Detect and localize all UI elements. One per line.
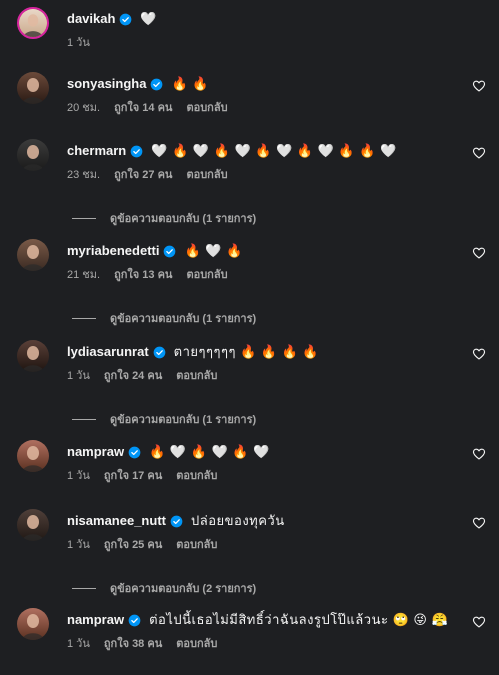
comment-time[interactable]: 1 วัน xyxy=(67,469,90,483)
comment-line: davikah 🤍 xyxy=(67,10,157,28)
avatar-image xyxy=(17,72,49,104)
view-replies-button[interactable]: ดูข้อความตอบกลับ (2 รายการ) xyxy=(72,579,256,597)
avatar[interactable] xyxy=(17,440,49,472)
comment-username[interactable]: lydiasarunrat xyxy=(67,343,149,361)
comment-username[interactable]: myriabenedetti xyxy=(67,242,159,260)
comment-time[interactable]: 1 วัน xyxy=(67,36,90,50)
avatar[interactable] xyxy=(17,239,49,271)
avatar-image xyxy=(17,340,49,372)
comment-meta: 1 วัน ถูกใจ 24 คน ตอบกลับ xyxy=(67,369,217,383)
comment-likes[interactable]: ถูกใจ 27 คน xyxy=(114,168,172,182)
view-replies-button[interactable]: ดูข้อความตอบกลับ (1 รายการ) xyxy=(72,209,256,227)
comment-likes[interactable]: ถูกใจ 13 คน xyxy=(114,268,172,282)
verified-badge-icon xyxy=(150,78,163,91)
heart-outline-icon[interactable] xyxy=(472,447,486,461)
comment-text: 🔥 🤍 🔥 xyxy=(184,243,243,258)
avatar[interactable] xyxy=(17,340,49,372)
avatar[interactable] xyxy=(17,608,49,640)
reply-button[interactable]: ตอบกลับ xyxy=(186,168,227,182)
comment-text: ต่อไปนี้เธอไม่มีสิทธิ์ว่าฉันลงรูปโป๊แล้ว… xyxy=(149,612,449,627)
comment-meta: 20 ชม. ถูกใจ 14 คน ตอบกลับ xyxy=(67,101,228,115)
comment-text: ตายๆๆๆๆๆ 🔥 🔥 🔥 🔥 xyxy=(173,344,320,359)
heart-outline-icon[interactable] xyxy=(472,615,486,629)
comment-line: lydiasarunrat ตายๆๆๆๆๆ 🔥 🔥 🔥 🔥 xyxy=(67,343,319,361)
heart-outline-icon[interactable] xyxy=(472,516,486,530)
verified-badge-icon xyxy=(170,515,183,528)
comment-text: ปล่อยของทุควัน xyxy=(190,513,285,528)
comment-time[interactable]: 1 วัน xyxy=(67,637,90,651)
comment-username[interactable]: nisamanee_nutt xyxy=(67,512,166,530)
view-replies-label: ดูข้อความตอบกลับ (1 รายการ) xyxy=(110,414,257,426)
comment-time[interactable]: 21 ชม. xyxy=(67,268,100,282)
avatar[interactable] xyxy=(17,139,49,171)
heart-outline-icon[interactable] xyxy=(472,347,486,361)
comment-username[interactable]: sonyasingha xyxy=(67,75,146,93)
comment-username[interactable]: chermarn xyxy=(67,142,126,160)
reply-button[interactable]: ตอบกลับ xyxy=(176,637,217,651)
comment-username[interactable]: nampraw xyxy=(67,443,124,461)
avatar[interactable] xyxy=(17,72,49,104)
heart-outline-icon[interactable] xyxy=(472,146,486,160)
view-replies-button[interactable]: ดูข้อความตอบกลับ (1 รายการ) xyxy=(72,410,256,428)
view-replies-label: ดูข้อความตอบกลับ (2 รายการ) xyxy=(110,583,257,595)
comment-meta: 1 วัน ถูกใจ 17 คน ตอบกลับ xyxy=(67,469,217,483)
heart-outline-icon[interactable] xyxy=(472,79,486,93)
replies-divider xyxy=(72,317,96,319)
comment-meta: 1 วัน xyxy=(67,36,90,50)
verified-badge-icon xyxy=(119,13,132,26)
reply-button[interactable]: ตอบกลับ xyxy=(176,469,217,483)
comment-time[interactable]: 1 วัน xyxy=(67,538,90,552)
comment-likes[interactable]: ถูกใจ 17 คน xyxy=(104,469,162,483)
avatar[interactable] xyxy=(17,509,49,541)
replies-divider xyxy=(72,587,96,589)
comment-text: 🤍 🔥 🤍 🔥 🤍 🔥 🤍 🔥 🤍 🔥 🔥 🤍 xyxy=(151,143,397,158)
comments-list: davikah 🤍 1 วัน sonyasingha 🔥 🔥 20 ชม. ถ… xyxy=(0,0,499,675)
comment-text: 🔥 🔥 xyxy=(171,76,209,91)
avatar-image xyxy=(17,239,49,271)
verified-badge-icon xyxy=(163,245,176,258)
reply-button[interactable]: ตอบกลับ xyxy=(186,268,227,282)
verified-badge-icon xyxy=(128,614,141,627)
comment-likes[interactable]: ถูกใจ 14 คน xyxy=(114,101,172,115)
replies-divider xyxy=(72,418,96,420)
comment-line: nampraw 🔥 🤍 🔥 🤍 🔥 🤍 xyxy=(67,443,270,461)
comment-line: nampraw ต่อไปนี้เธอไม่มีสิทธิ์ว่าฉันลงรู… xyxy=(67,611,448,629)
replies-divider xyxy=(72,217,96,219)
verified-badge-icon xyxy=(128,446,141,459)
comment-text: 🔥 🤍 🔥 🤍 🔥 🤍 xyxy=(149,444,270,459)
heart-outline-icon[interactable] xyxy=(472,246,486,260)
reply-button[interactable]: ตอบกลับ xyxy=(176,369,217,383)
comment-line: chermarn 🤍 🔥 🤍 🔥 🤍 🔥 🤍 🔥 🤍 🔥 🔥 🤍 xyxy=(67,142,397,160)
view-replies-label: ดูข้อความตอบกลับ (1 รายการ) xyxy=(110,313,257,325)
avatar-image xyxy=(17,440,49,472)
avatar[interactable] xyxy=(17,7,49,39)
comment-likes[interactable]: ถูกใจ 24 คน xyxy=(104,369,162,383)
avatar-image xyxy=(17,608,49,640)
view-replies-button[interactable]: ดูข้อความตอบกลับ (1 รายการ) xyxy=(72,309,256,327)
comment-meta: 1 วัน ถูกใจ 38 คน ตอบกลับ xyxy=(67,637,217,651)
avatar-image xyxy=(17,509,49,541)
comment-text: 🤍 xyxy=(140,11,158,26)
avatar-image xyxy=(17,139,49,171)
view-replies-label: ดูข้อความตอบกลับ (1 รายการ) xyxy=(110,213,257,225)
verified-badge-icon xyxy=(130,145,143,158)
comment-username[interactable]: davikah xyxy=(67,10,115,28)
comment-meta: 1 วัน ถูกใจ 25 คน ตอบกลับ xyxy=(67,538,217,552)
comment-username[interactable]: nampraw xyxy=(67,611,124,629)
comment-line: sonyasingha 🔥 🔥 xyxy=(67,75,209,93)
comment-time[interactable]: 1 วัน xyxy=(67,369,90,383)
comment-likes[interactable]: ถูกใจ 25 คน xyxy=(104,538,162,552)
comment-likes[interactable]: ถูกใจ 38 คน xyxy=(104,637,162,651)
comment-line: myriabenedetti 🔥 🤍 🔥 xyxy=(67,242,243,260)
comment-meta: 21 ชม. ถูกใจ 13 คน ตอบกลับ xyxy=(67,268,228,282)
reply-button[interactable]: ตอบกลับ xyxy=(176,538,217,552)
comment-time[interactable]: 23 ชม. xyxy=(67,168,100,182)
avatar-image xyxy=(19,9,47,37)
comment-time[interactable]: 20 ชม. xyxy=(67,101,100,115)
comment-line: nisamanee_nutt ปล่อยของทุควัน xyxy=(67,512,285,530)
comment-meta: 23 ชม. ถูกใจ 27 คน ตอบกลับ xyxy=(67,168,228,182)
verified-badge-icon xyxy=(153,346,166,359)
reply-button[interactable]: ตอบกลับ xyxy=(186,101,227,115)
